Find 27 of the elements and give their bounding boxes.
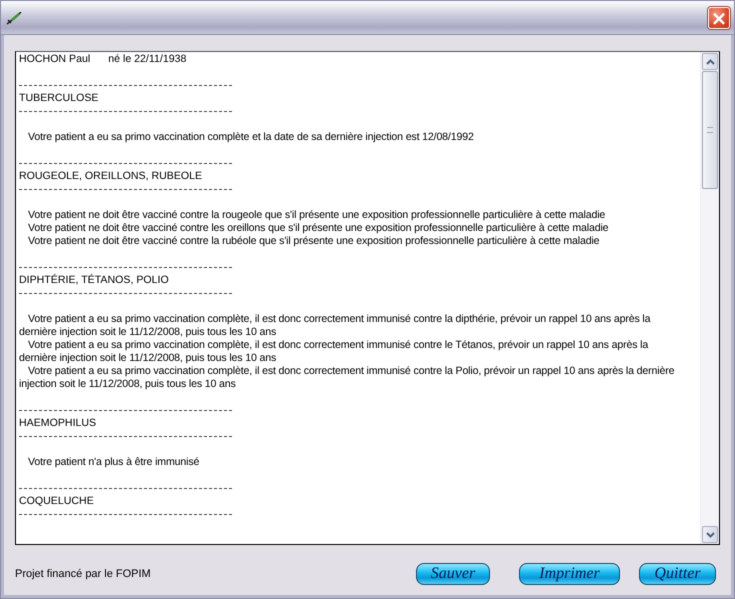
paragraph: Votre patient ne doit être vacciné contre la rougeole que s'il présente une exposition professionnelle particulière à cette maladie bbox=[28, 209, 606, 221]
chevron-up-icon bbox=[706, 58, 714, 64]
scroll-thumb[interactable] bbox=[702, 71, 718, 189]
pen-icon bbox=[6, 12, 22, 26]
paragraph: Votre patient a eu sa primo vaccination complète et la date de sa dernière injection est 12/08/1992 bbox=[28, 131, 474, 143]
paragraph: Votre patient a eu sa primo vaccination complète, il est donc correctement immunisé contre le Tétanos, prévoir un rappel 10 ans après la dernière injection soit le 11/12/2008, puis tous les 10 ans bbox=[19, 339, 648, 364]
section-heading: COQUELUCHE bbox=[19, 495, 94, 507]
paragraph: Votre patient n'a plus à être immunisé bbox=[28, 456, 200, 468]
action-button[interactable]: Quitter bbox=[639, 562, 716, 584]
section-heading: DIPHTÉRIE, TÉTANOS, POLIO bbox=[19, 274, 169, 286]
paragraph: Votre patient a eu sa primo vaccination complète, il est donc correctement immunisé contre la dipthérie, prévoir un rappel 10 ans après la dernière injection soit le 11/12/2008, puis tous les 10 ans bbox=[19, 313, 650, 338]
funding-note: Projet financé par le FOPIM bbox=[15, 568, 151, 580]
paragraph: Votre patient a eu sa primo vaccination complète, il est donc correctement immunisé contre la Polio, prévoir un rappel 10 ans après la dernière injection soit le 11/12/2008, puis tous les 10 ans bbox=[19, 365, 674, 390]
patient-name: HOCHON Paul bbox=[19, 53, 90, 65]
scrollbar[interactable] bbox=[700, 52, 719, 544]
section-heading: TUBERCULOSE bbox=[19, 92, 98, 104]
scroll-up-button[interactable] bbox=[702, 53, 718, 70]
paragraph: Votre patient ne doit être vacciné contre les oreillons que s'il présente une exposition professionnelle particulière à cette maladie bbox=[28, 222, 608, 234]
report-text-area[interactable] bbox=[15, 51, 720, 545]
paragraph: Votre patient ne doit être vacciné contre la rubéole que s'il présente une exposition professionnelle particulière à cette maladie bbox=[28, 235, 600, 247]
action-button[interactable]: Imprimer bbox=[519, 562, 620, 584]
scroll-down-button[interactable] bbox=[702, 526, 718, 543]
action-button[interactable]: Sauver bbox=[416, 562, 490, 584]
chevron-down-icon bbox=[706, 532, 714, 538]
section-heading: HAEMOPHILUS bbox=[19, 417, 96, 429]
birth-date: né le 22/11/1938 bbox=[108, 53, 186, 65]
section-heading: ROUGEOLE, OREILLONS, RUBEOLE bbox=[19, 170, 202, 182]
